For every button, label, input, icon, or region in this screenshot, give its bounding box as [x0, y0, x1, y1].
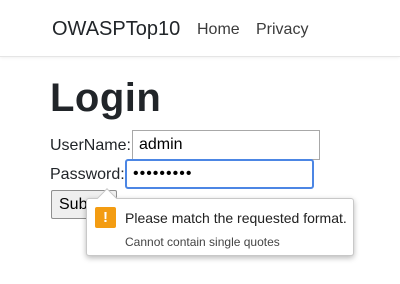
validation-tooltip: ! Please match the requested format. Can… — [86, 188, 354, 256]
password-field[interactable] — [125, 159, 314, 189]
brand-link[interactable]: OWASPTop10 — [52, 18, 180, 41]
validation-message: Please match the requested format. — [125, 210, 347, 226]
page-title: Login — [50, 76, 162, 120]
username-field[interactable] — [132, 130, 320, 160]
nav-link-privacy[interactable]: Privacy — [256, 21, 308, 39]
username-label: UserName: — [50, 137, 131, 154]
warning-icon: ! — [95, 207, 116, 228]
password-label: Password: — [50, 166, 125, 183]
top-navbar: OWASPTop10 Home Privacy — [0, 0, 400, 57]
nav-link-home[interactable]: Home — [197, 21, 240, 39]
validation-detail: Cannot contain single quotes — [125, 235, 280, 249]
